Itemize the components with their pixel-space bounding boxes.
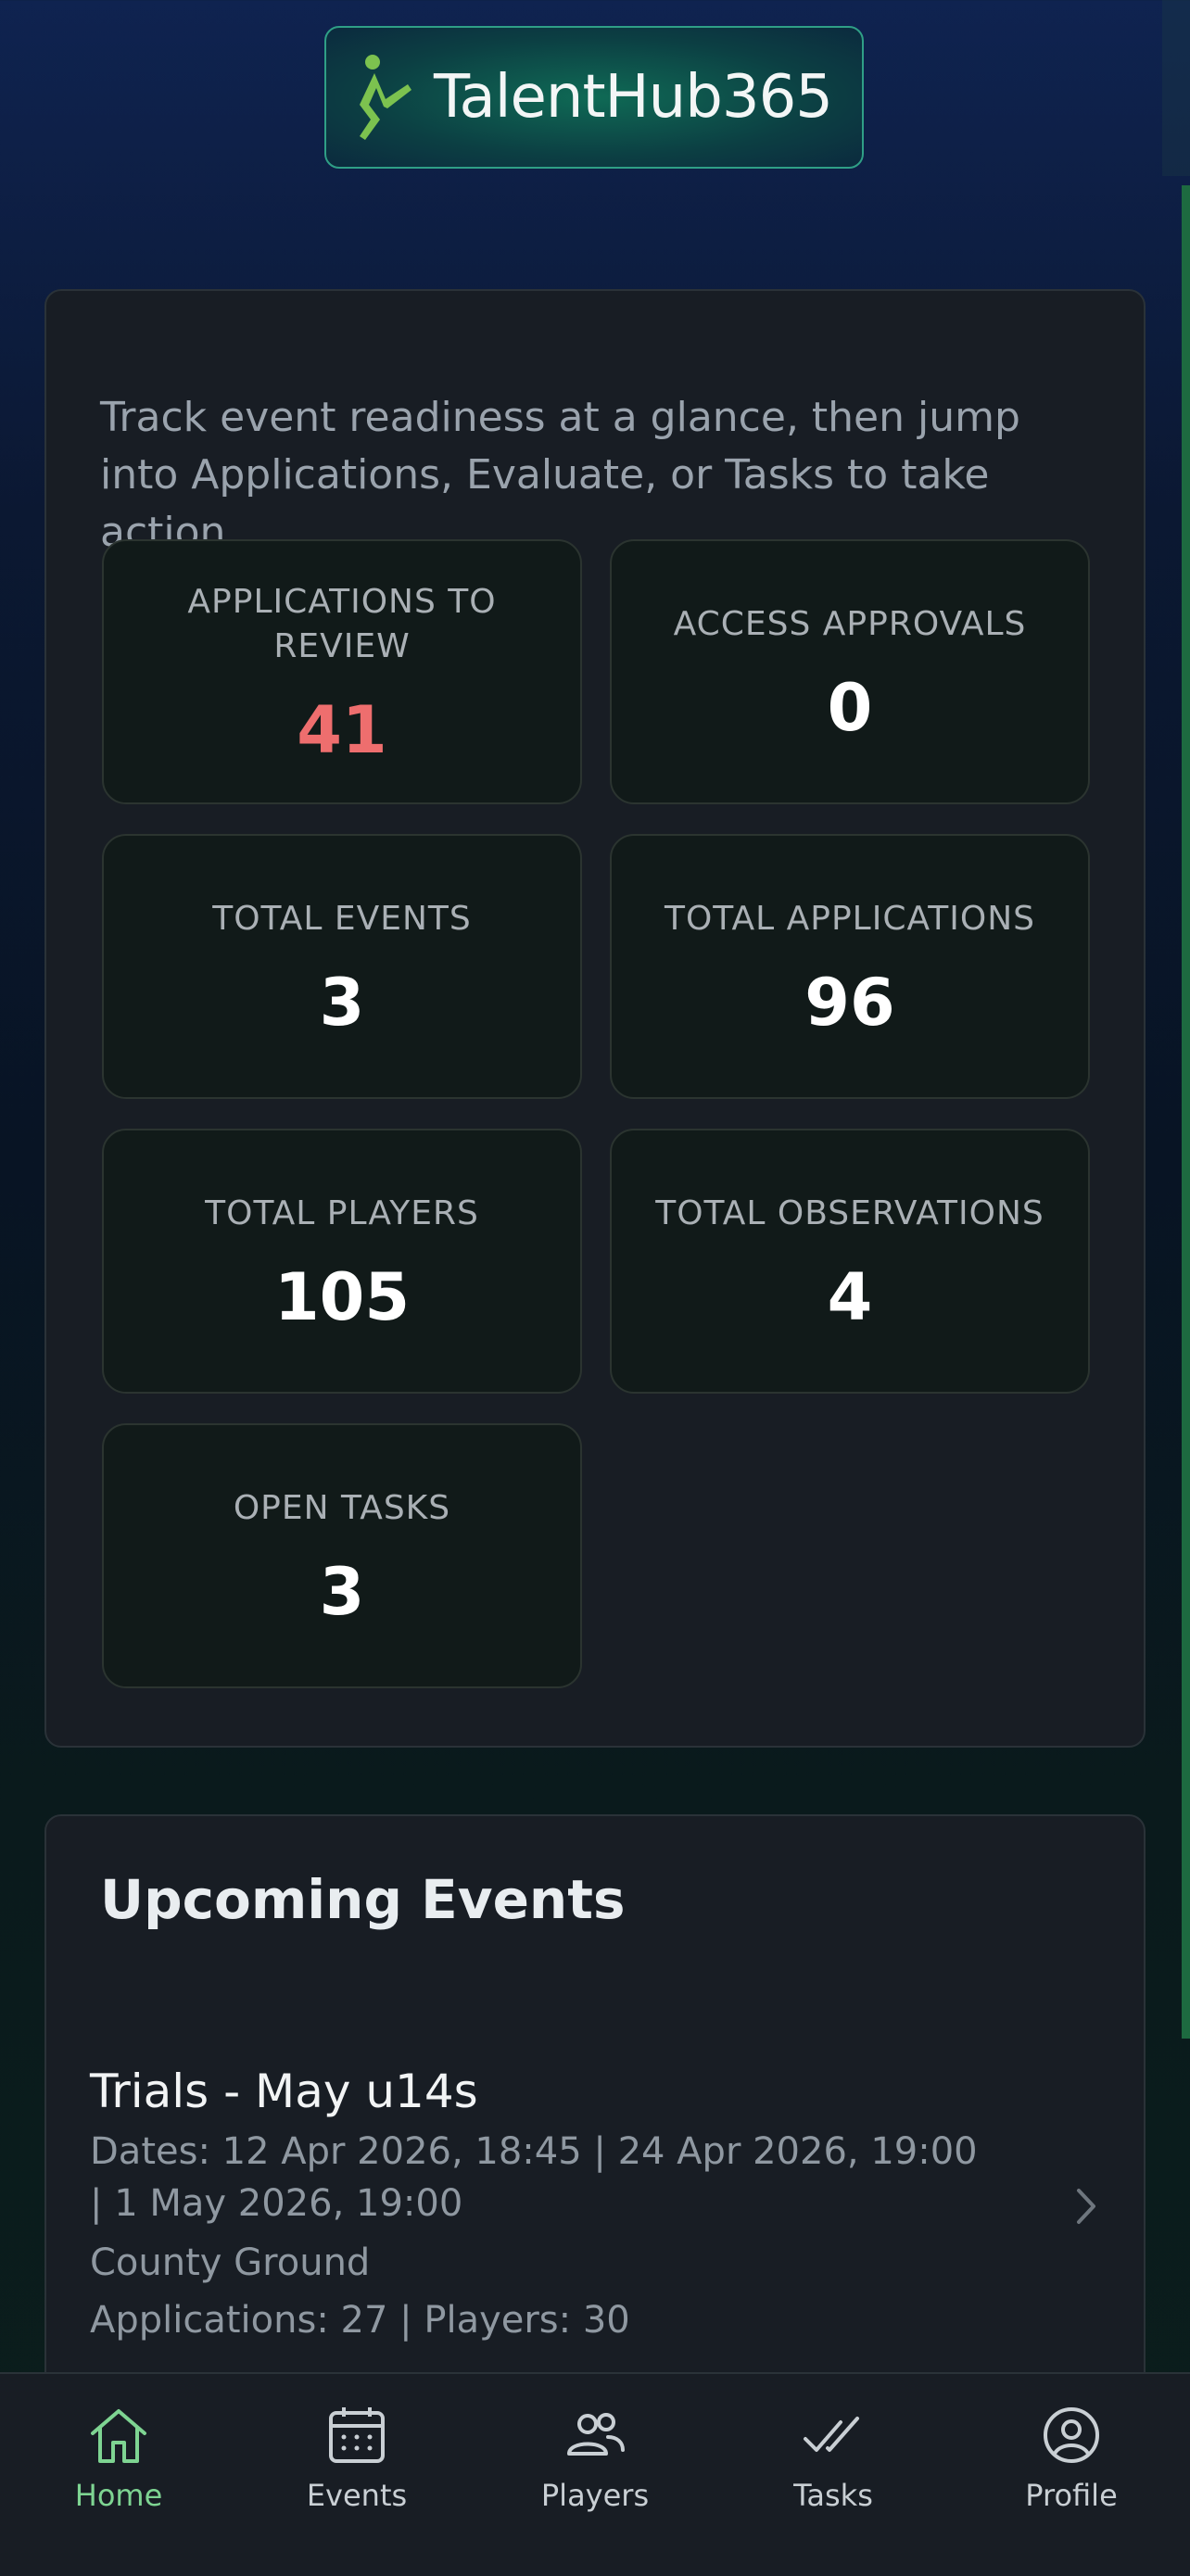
tab-label: Home: [74, 2478, 163, 2513]
tab-label: Players: [540, 2478, 650, 2513]
stat-access-approvals[interactable]: ACCESS APPROVALS 0: [610, 539, 1090, 804]
event-venue: County Ground: [90, 2241, 371, 2284]
logo-text: TalentHub365: [434, 63, 833, 132]
stat-value: 41: [297, 692, 387, 768]
event-dates: Dates: 12 Apr 2026, 18:45 | 24 Apr 2026,…: [90, 2130, 978, 2225]
home-icon: [91, 2409, 146, 2463]
stat-value: 0: [827, 670, 873, 746]
brand-logo: TalentHub365: [324, 26, 864, 169]
stat-label: TOTAL EVENTS: [212, 900, 472, 938]
stat-label: TOTAL PLAYERS: [205, 1194, 479, 1232]
intro-text: Track event readiness at a glance, then …: [100, 394, 1020, 556]
double-check-icon: [804, 2417, 859, 2452]
side-panel-edge: [1162, 0, 1190, 176]
profile-icon: [1044, 2407, 1099, 2463]
bottom-tab-bar: Home Events Players Tasks Profile: [0, 2372, 1190, 2576]
tab-players[interactable]: Players: [502, 2402, 688, 2532]
event-counts: Applications: 27 | Players: 30: [90, 2299, 630, 2342]
stat-label: APPLICATIONS TO REVIEW: [187, 583, 497, 665]
stat-value: 3: [319, 1554, 365, 1630]
players-icon: [567, 2413, 625, 2456]
stat-label: TOTAL APPLICATIONS: [664, 900, 1036, 938]
upcoming-events-title: Upcoming Events: [100, 1868, 626, 1931]
stat-label: OPEN TASKS: [233, 1489, 451, 1527]
stat-total-applications[interactable]: TOTAL APPLICATIONS 96: [610, 834, 1090, 1099]
tab-tasks[interactable]: Tasks: [741, 2402, 926, 2532]
calendar-icon: [329, 2407, 385, 2463]
stat-label: TOTAL OBSERVATIONS: [655, 1194, 1044, 1232]
event-name: Trials - May u14s: [90, 2065, 478, 2118]
tab-home[interactable]: Home: [26, 2402, 211, 2532]
stat-value: 96: [804, 965, 895, 1041]
chevron-right-icon: [1077, 2189, 1095, 2224]
tab-profile[interactable]: Profile: [979, 2402, 1164, 2532]
stat-label: ACCESS APPROVALS: [673, 605, 1027, 643]
stat-applications-to-review[interactable]: APPLICATIONS TO REVIEW 41: [102, 539, 582, 804]
stat-total-events[interactable]: TOTAL EVENTS 3: [102, 834, 582, 1099]
stat-total-observations[interactable]: TOTAL OBSERVATIONS 4: [610, 1129, 1090, 1394]
stat-value: 105: [273, 1259, 411, 1335]
stat-value: 4: [827, 1259, 873, 1335]
stat-open-tasks[interactable]: OPEN TASKS 3: [102, 1423, 582, 1688]
scroll-indicator[interactable]: [1182, 185, 1190, 2039]
tab-label: Profile: [1025, 2478, 1118, 2513]
tab-events[interactable]: Events: [264, 2402, 449, 2532]
runner-logo-icon: [360, 55, 411, 140]
stat-value: 3: [319, 965, 365, 1041]
tab-label: Tasks: [793, 2478, 873, 2513]
stat-total-players[interactable]: TOTAL PLAYERS 105: [102, 1129, 582, 1394]
tab-label: Events: [306, 2478, 408, 2513]
